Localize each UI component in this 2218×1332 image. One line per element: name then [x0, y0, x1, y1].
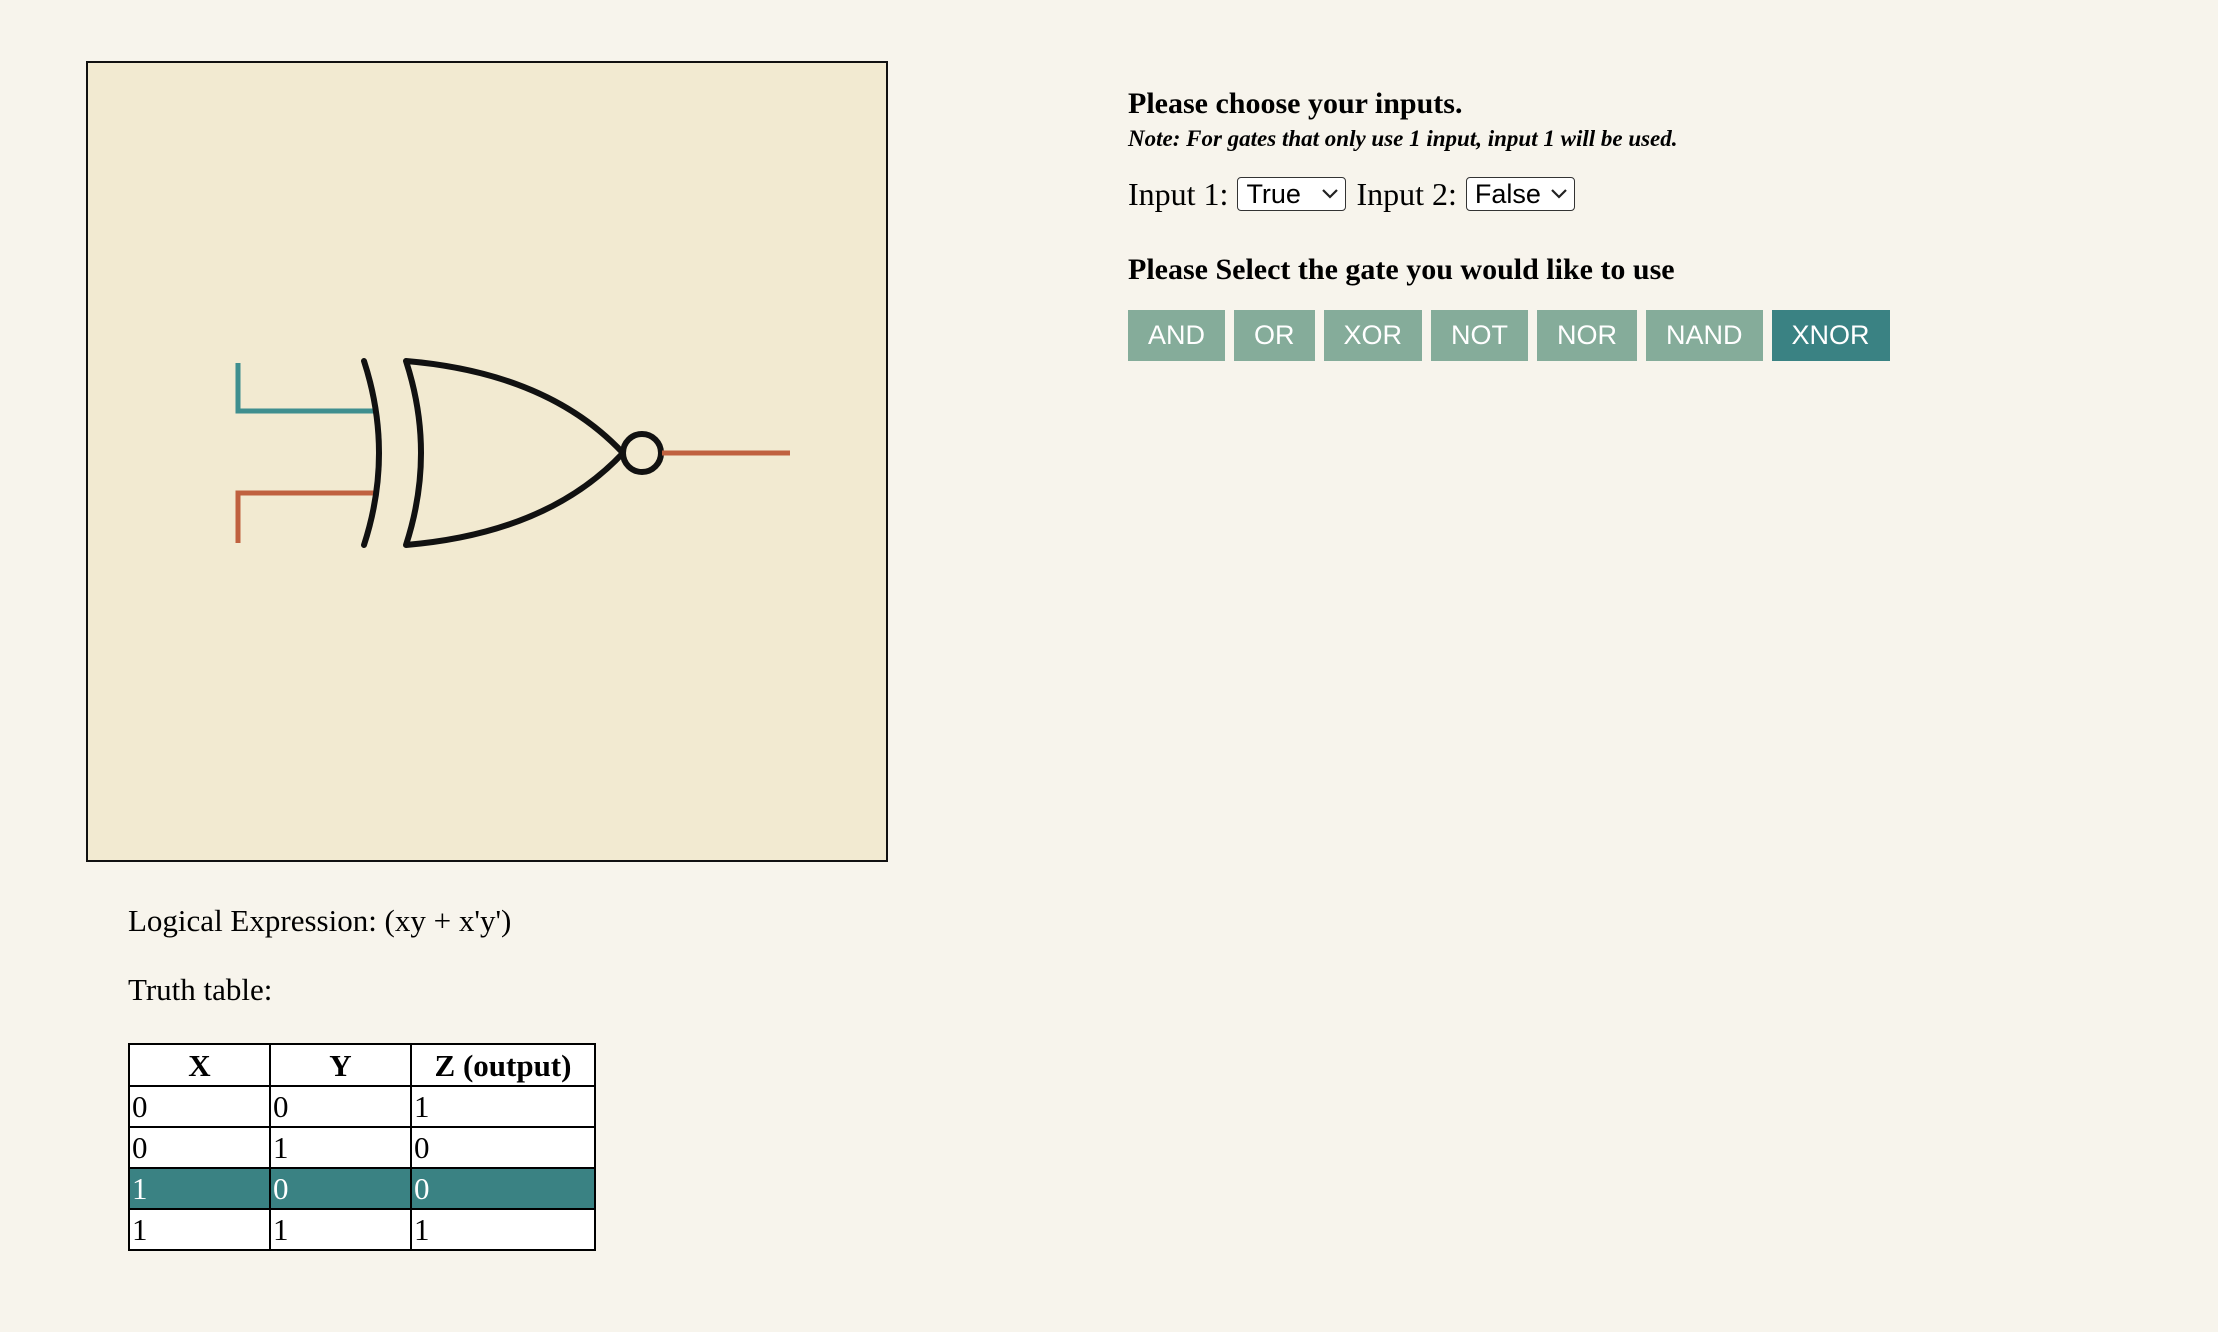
table-row-highlighted: 1 0 0 [128, 1167, 596, 1210]
cell-x: 0 [128, 1126, 271, 1169]
truth-table-header-row: X Y Z (output) [128, 1043, 596, 1087]
input1-label: Input 1: [1128, 175, 1229, 212]
truth-table: X Y Z (output) 0 0 1 0 1 0 1 0 0 1 1 1 [128, 1043, 596, 1251]
input2-select[interactable]: False [1465, 177, 1575, 211]
nand-button[interactable]: NAND [1646, 310, 1763, 361]
xnor-gate-diagram [235, 358, 790, 548]
input2-value: False [1474, 178, 1541, 209]
table-row: 1 1 1 [128, 1208, 596, 1251]
inputs-note: Note: For gates that only use 1 input, i… [1128, 126, 1678, 151]
gate-body [403, 358, 626, 548]
input1-value: True [1246, 178, 1301, 209]
chevron-down-icon [1322, 189, 1339, 199]
cell-y: 0 [269, 1167, 412, 1210]
gate-canvas [86, 61, 888, 862]
inputs-heading: Please choose your inputs. [1128, 87, 1463, 120]
input1-select[interactable]: True [1237, 177, 1347, 211]
gate-buttons: AND OR XOR NOT NOR NAND XNOR [1128, 310, 2128, 361]
input2-label: Input 2: [1356, 175, 1457, 212]
cell-z: 0 [410, 1126, 596, 1169]
controls-panel: Please choose your inputs. Note: For gat… [1128, 84, 2128, 361]
input1-wire [235, 363, 374, 414]
table-row: 0 0 1 [128, 1085, 596, 1128]
gate-heading: Please Select the gate you would like to… [1128, 253, 1675, 286]
truth-table-label: Truth table: [128, 972, 273, 1007]
xor-button[interactable]: XOR [1323, 310, 1423, 361]
header-x: X [128, 1043, 271, 1087]
cell-x: 1 [128, 1208, 271, 1251]
header-y: Y [269, 1043, 412, 1087]
inversion-bubble [620, 431, 664, 475]
input2-wire [235, 490, 374, 543]
and-button[interactable]: AND [1128, 310, 1226, 361]
header-z: Z (output) [410, 1043, 596, 1087]
cell-x: 1 [128, 1167, 271, 1210]
not-button[interactable]: NOT [1431, 310, 1529, 361]
cell-y: 0 [269, 1085, 412, 1128]
cell-z: 1 [410, 1085, 596, 1128]
cell-x: 0 [128, 1085, 271, 1128]
xor-input-arc [361, 358, 382, 548]
inputs-row: Input 1: True Input 2: False [1128, 174, 2128, 214]
cell-y: 1 [269, 1208, 412, 1251]
nor-button[interactable]: NOR [1537, 310, 1638, 361]
xnor-button[interactable]: XNOR [1771, 310, 1890, 361]
cell-z: 1 [410, 1208, 596, 1251]
logical-expression: Logical Expression: (xy + x'y') [128, 903, 512, 938]
or-button[interactable]: OR [1234, 310, 1315, 361]
chevron-down-icon [1551, 189, 1567, 199]
cell-y: 1 [269, 1126, 412, 1169]
table-row: 0 1 0 [128, 1126, 596, 1169]
cell-z: 0 [410, 1167, 596, 1210]
